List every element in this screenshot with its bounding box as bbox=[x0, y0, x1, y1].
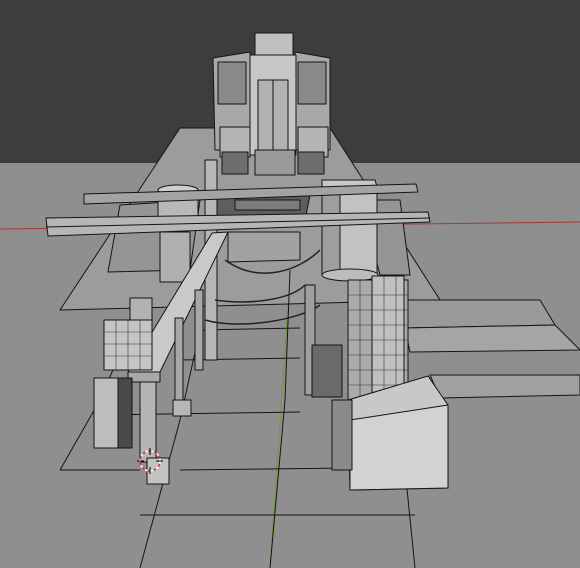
factory-tower[interactable] bbox=[212, 32, 331, 176]
3d-viewport[interactable] bbox=[0, 0, 580, 568]
